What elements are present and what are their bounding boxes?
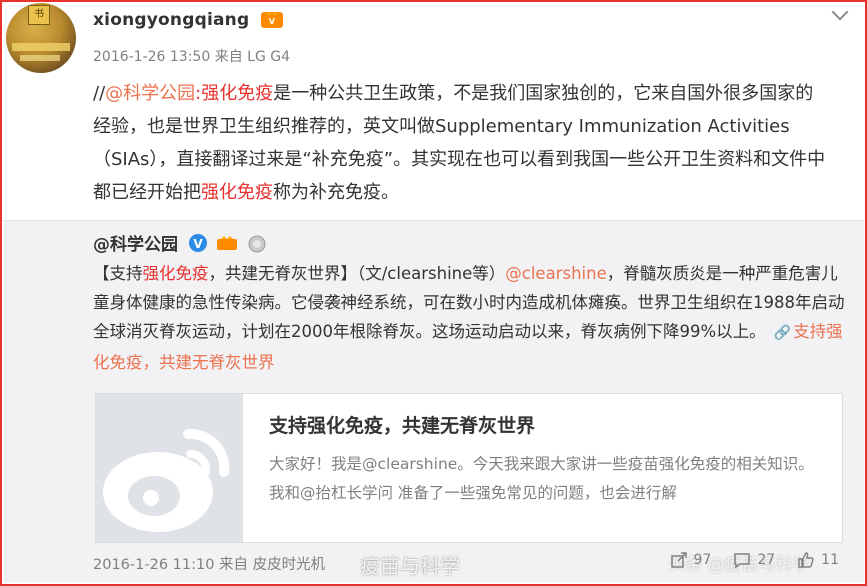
member-badge-icon[interactable]: V bbox=[261, 12, 284, 28]
repost-text-part: 【支持 bbox=[93, 264, 143, 283]
mention-link[interactable]: @clearshine bbox=[505, 264, 606, 283]
repost-prefix: // bbox=[93, 83, 106, 104]
card-description: 大家好！我是@clearshine。今天我来跟大家讲一些疫苗强化免疫的相关知识。… bbox=[269, 455, 814, 502]
post-content: //@科学公园:强化免疫是一种公共卫生政策，不是我们国家独创的，它来自国外很多国… bbox=[93, 77, 828, 209]
mention-link[interactable]: @科学公园 bbox=[105, 83, 195, 104]
weibo-logo-icon bbox=[96, 394, 243, 542]
comment-button[interactable]: 27 bbox=[733, 551, 775, 569]
svg-text:V: V bbox=[193, 237, 203, 251]
post-username[interactable]: xiongyongqiang V bbox=[93, 10, 284, 30]
post-meta: 2016-1-26 13:50 来自 LG G4 bbox=[93, 49, 291, 65]
svg-text:V: V bbox=[269, 17, 276, 26]
repost-username-link[interactable]: @科学公园 bbox=[93, 235, 178, 255]
share-button[interactable]: 97 bbox=[670, 551, 712, 569]
repost-username[interactable]: @科学公园 V bbox=[93, 230, 266, 255]
article-card[interactable]: 支持强化免疫，共建无脊灰世界 大家好！我是@clearshine。今天我来跟大家… bbox=[95, 393, 843, 543]
action-bar: 97 27 11 bbox=[670, 551, 839, 569]
repost-text: 【支持强化免疫，共建无脊灰世界】（文/clearshine等）@clearshi… bbox=[93, 259, 845, 377]
like-button[interactable]: 11 bbox=[797, 551, 839, 569]
highlight-keyword: 强化免疫 bbox=[142, 264, 209, 283]
comment-count: 27 bbox=[757, 552, 776, 568]
verified-icon: V bbox=[188, 234, 207, 252]
card-title[interactable]: 支持强化免疫，共建无脊灰世界 bbox=[269, 411, 535, 438]
username-link[interactable]: xiongyongqiang bbox=[93, 10, 249, 30]
repost-timestamp: 2016-1-26 11:10 来自 皮皮时光机 bbox=[93, 557, 326, 573]
like-count: 11 bbox=[821, 552, 839, 568]
weibo-logo-thumbnail bbox=[96, 394, 243, 542]
member-badge-icon[interactable] bbox=[216, 236, 238, 252]
comment-icon bbox=[734, 553, 751, 569]
highlight-keyword: 强化免疫 bbox=[201, 83, 274, 104]
avatar[interactable]: 书 bbox=[6, 3, 76, 73]
watermark: 疫苗与科学 bbox=[360, 554, 460, 578]
link-icon: 🔗 bbox=[773, 325, 792, 341]
medal-icon[interactable] bbox=[248, 235, 266, 253]
chevron-down-icon[interactable] bbox=[831, 6, 847, 22]
avatar-decor bbox=[12, 43, 70, 51]
share-icon bbox=[670, 552, 687, 568]
thumbs-up-icon bbox=[798, 552, 814, 568]
share-count: 97 bbox=[693, 552, 712, 568]
avatar-sign-graphic: 书 bbox=[28, 5, 50, 25]
repost-text-part: ，共建无脊灰世界】（文/clearshine等） bbox=[208, 264, 506, 283]
avatar-decor bbox=[20, 55, 60, 61]
highlight-keyword: 强化免疫 bbox=[201, 182, 273, 203]
content-text: 称为补充免疫。 bbox=[273, 182, 399, 203]
